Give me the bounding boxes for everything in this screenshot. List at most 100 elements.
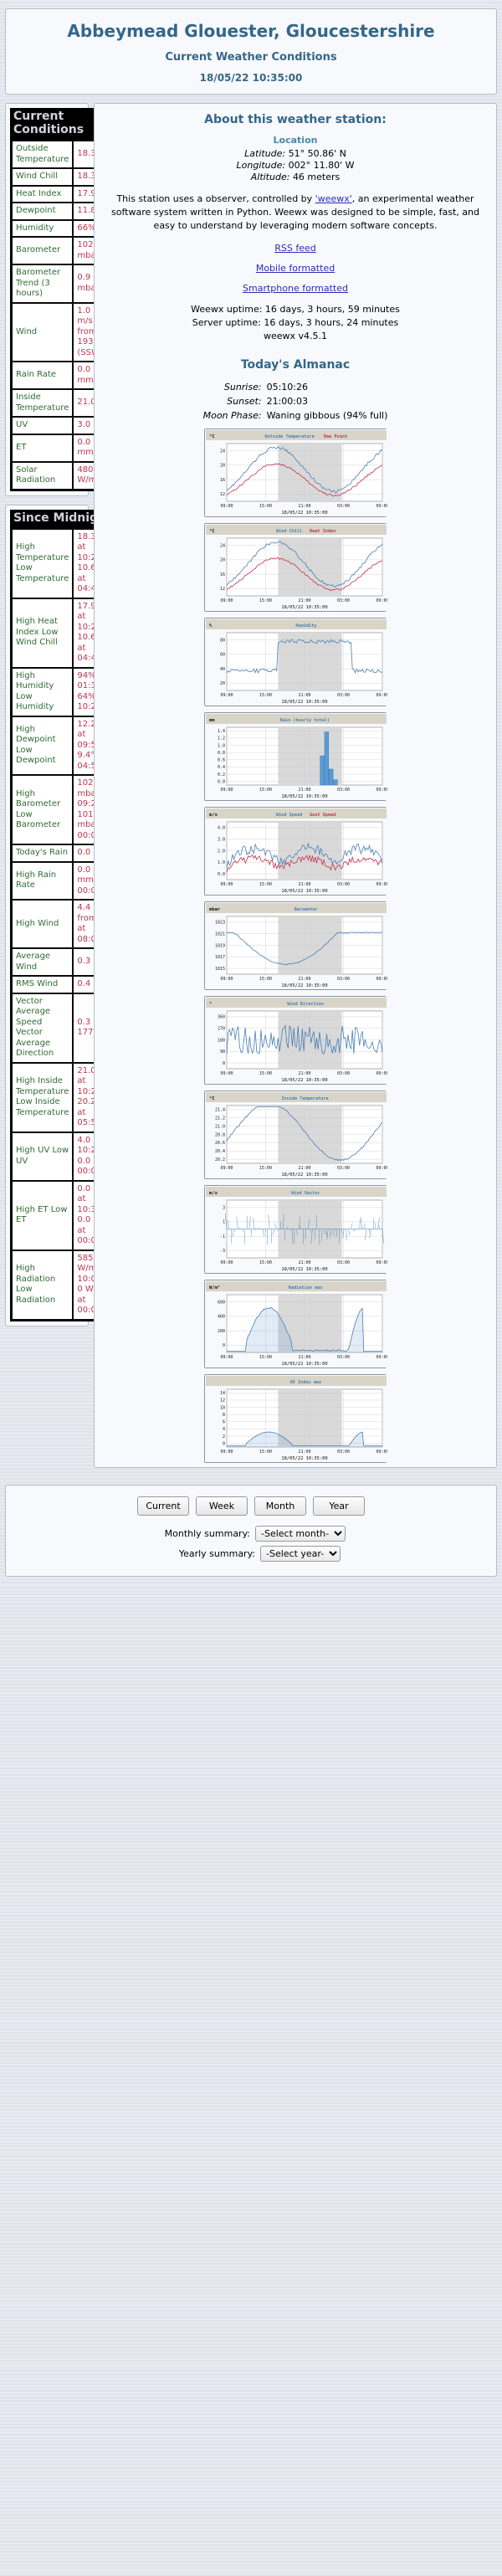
chart-humidity: % Humidity 80 60 40 20 09:00 15:00 21:00 03:00 09:…	[204, 617, 387, 706]
svg-text:21:00: 21:00	[298, 693, 310, 698]
svg-text:0.0: 0.0	[218, 779, 225, 784]
row-label: High Barometer Low Barometer	[12, 775, 74, 844]
svg-text:15:00: 15:00	[259, 1355, 272, 1360]
content-columns: Current Conditions Outside Temperature 18…	[5, 103, 497, 1476]
row-label: UV	[12, 417, 74, 434]
svg-text:18/05/22 10:35:00: 18/05/22 10:35:00	[281, 1362, 327, 1367]
svg-text:Rain (hourly total): Rain (hourly total)	[280, 718, 330, 723]
svg-text:12: 12	[220, 587, 225, 592]
period-button-year[interactable]: Year	[313, 1496, 365, 1516]
row-label: Today's Rain	[12, 844, 74, 862]
svg-text:20.4: 20.4	[215, 1149, 225, 1154]
svg-text:0.0: 0.0	[218, 872, 225, 877]
svg-text:360: 360	[218, 1014, 225, 1019]
svg-text:°C: °C	[209, 529, 215, 534]
chart-wind-vector: m/s Wind Vector 3 1 -1 -3 09:00 15:00 21:00 03:00…	[204, 1184, 387, 1274]
row-label: High Humidity Low Humidity	[12, 667, 74, 716]
svg-text:Inside Temperature: Inside Temperature	[281, 1096, 328, 1101]
svg-text:1.2: 1.2	[218, 736, 225, 741]
sunset-row: Sunset: 21:00:03	[201, 394, 391, 408]
row-label: High Rain Rate	[12, 861, 74, 900]
page-datetime: 18/05/22 10:35:00	[199, 72, 303, 84]
svg-text:20.2: 20.2	[215, 1157, 225, 1162]
svg-text:3.0: 3.0	[218, 837, 225, 842]
smartphone-formatted-row: Smartphone formatted	[99, 283, 492, 294]
blurb-before: This station uses a observer, controlled…	[116, 193, 313, 204]
row-label: High Radiation Low Radiation	[12, 1250, 74, 1320]
svg-text:0.2: 0.2	[218, 772, 225, 777]
svg-text:1.4: 1.4	[218, 729, 225, 734]
svg-text:21:00: 21:00	[298, 977, 310, 982]
current-conditions-panel: Current Conditions Outside Temperature 18…	[5, 103, 113, 496]
svg-text:21:00: 21:00	[298, 788, 310, 793]
yearly-summary-select[interactable]: -Select year-	[260, 1545, 341, 1562]
sunset-label: Sunset:	[227, 395, 262, 407]
chart-uv-index-max: UV Index max 14 12 10 8 6 4 2 0 09:00 15:00 21:00 03…	[204, 1373, 387, 1463]
svg-text:18/05/22 10:35:00: 18/05/22 10:35:00	[281, 1173, 327, 1178]
svg-text:1015: 1015	[215, 967, 225, 972]
location-heading: Location	[273, 135, 318, 146]
svg-text:09:00: 09:00	[220, 1355, 233, 1360]
svg-text:16: 16	[220, 572, 225, 577]
svg-text:1017: 1017	[215, 955, 225, 960]
svg-text:03:00: 03:00	[337, 788, 350, 793]
row-label: High Heat Index Low Wind Chill	[12, 598, 74, 668]
svg-text:09:00: 09:00	[376, 598, 387, 603]
charts-container: °C Outside Temperature Dew Point 24 20 16 12 09…	[99, 428, 492, 1463]
svg-text:Gust Speed: Gust Speed	[310, 813, 336, 818]
about-heading: About this weather station:	[204, 113, 387, 126]
svg-text:2.0: 2.0	[218, 849, 225, 854]
svg-text:15:00: 15:00	[259, 788, 272, 793]
svg-text:°C: °C	[209, 1096, 215, 1101]
rss-feed-row: RSS feed	[99, 243, 492, 254]
svg-text:09:00: 09:00	[220, 882, 233, 887]
svg-text:18/05/22 10:35:00: 18/05/22 10:35:00	[281, 511, 327, 516]
weewx-link[interactable]: 'weewx'	[315, 193, 352, 204]
row-label: Outside Temperature	[12, 141, 74, 168]
svg-text:W/m²: W/m²	[209, 1285, 220, 1291]
svg-text:UV Index max: UV Index max	[290, 1380, 321, 1385]
svg-text:60: 60	[220, 652, 225, 657]
svg-text:20: 20	[220, 557, 225, 562]
yearly-summary-label: Yearly summary:	[178, 1547, 255, 1559]
svg-text:15:00: 15:00	[259, 977, 272, 982]
page-title: Abbeymead Glouester, Gloucestershire	[67, 21, 435, 41]
svg-text:1019: 1019	[215, 943, 225, 948]
svg-text:03:00: 03:00	[337, 1450, 350, 1455]
svg-text:09:00: 09:00	[376, 977, 387, 982]
svg-text:03:00: 03:00	[337, 693, 350, 698]
mobile-formatted-link[interactable]: Mobile formatted	[256, 263, 335, 274]
monthly-summary-select[interactable]: -Select month-	[255, 1525, 346, 1542]
svg-text:18/05/22 10:35:00: 18/05/22 10:35:00	[281, 983, 327, 988]
rss-feed-link[interactable]: RSS feed	[274, 243, 316, 254]
longitude-line: Longitude: 002° 11.80' W	[99, 160, 492, 171]
since-midnight-panel: Since Midnight High Temperature Low Temp…	[5, 504, 121, 1326]
svg-text:40: 40	[220, 667, 225, 672]
chart-barometer: mbar Barometer 1023 1021 1019 1017 1015 09:00 15…	[204, 901, 387, 990]
smartphone-formatted-link[interactable]: Smartphone formatted	[243, 283, 348, 294]
svg-text:18/05/22 10:35:00: 18/05/22 10:35:00	[281, 700, 327, 705]
svg-text:03:00: 03:00	[337, 598, 350, 603]
svg-text:20: 20	[220, 681, 225, 686]
svg-text:24: 24	[220, 449, 225, 454]
row-label: ET	[12, 434, 74, 462]
row-label: Humidity	[12, 219, 74, 237]
period-button-current[interactable]: Current	[137, 1496, 189, 1516]
row-label: Average Wind	[12, 948, 74, 976]
period-button-month[interactable]: Month	[254, 1496, 306, 1516]
svg-text:18/05/22 10:35:00: 18/05/22 10:35:00	[281, 889, 327, 894]
svg-text:Heat Index: Heat Index	[310, 529, 336, 534]
svg-text:09:00: 09:00	[220, 1450, 233, 1455]
svg-text:1: 1	[223, 1219, 225, 1224]
svg-text:°: °	[209, 1002, 212, 1007]
yearly-summary-row: Yearly summary: -Select year-	[13, 1545, 489, 1562]
svg-text:15:00: 15:00	[259, 1071, 272, 1076]
svg-text:18/05/22 10:35:00: 18/05/22 10:35:00	[281, 794, 327, 799]
svg-text:09:00: 09:00	[220, 1071, 233, 1076]
almanac-table: Sunrise: 05:10:26 Sunset: 21:00:03 Moon …	[201, 380, 391, 423]
period-button-week[interactable]: Week	[196, 1496, 248, 1516]
longitude-label: Longitude:	[236, 160, 286, 171]
row-label: High Temperature Low Temperature	[12, 528, 74, 598]
row-label: Dewpoint	[12, 203, 74, 220]
row-label: Vector Average Speed Vector Average Dire…	[12, 993, 74, 1063]
